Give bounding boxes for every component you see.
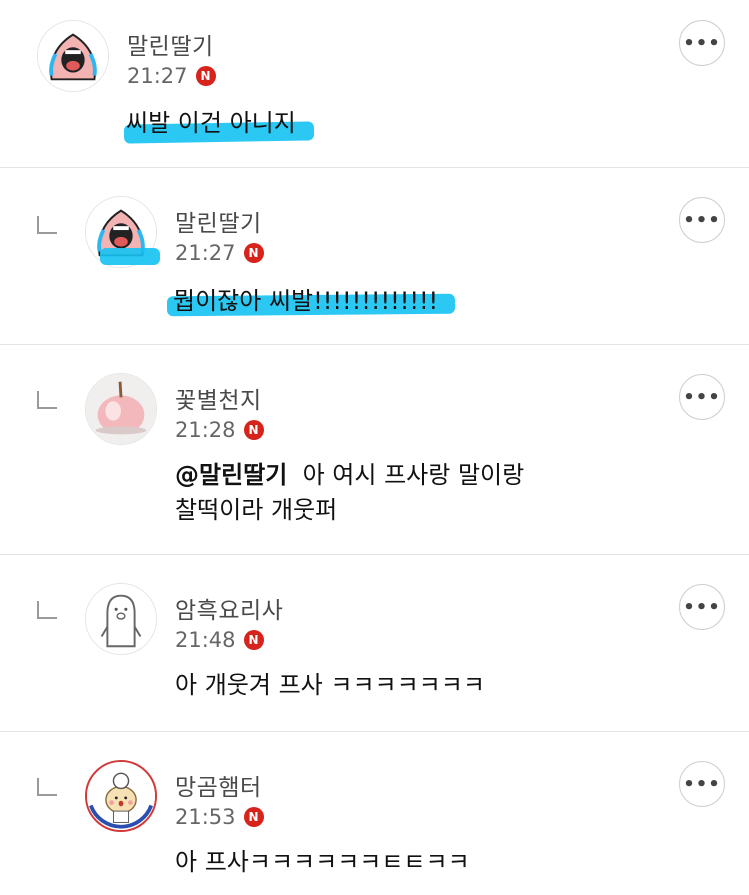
comment-item: 꽃별천지 21:28 N ••• @말린딸기 아 여시 프사랑 말이랑 찰떡이라… xyxy=(0,345,749,555)
timestamp-row: 21:27 N xyxy=(175,241,264,265)
reply-indicator-icon xyxy=(37,216,57,234)
author-name[interactable]: 말린딸기 xyxy=(127,27,214,61)
comment-item: 망곰햄터 21:53 N ••• 아 프사ㅋㅋㅋㅋㅋㅋㅌㅌㅋㅋ xyxy=(0,732,749,895)
new-badge: N xyxy=(195,66,216,86)
comment-item: 말린딸기 21:27 N ••• 뭡이잖아 씨발!!!!!!!!!!!!! xyxy=(0,168,749,345)
new-badge: N xyxy=(243,807,264,827)
reply-indicator-icon xyxy=(37,778,57,796)
more-options-button[interactable]: ••• xyxy=(679,584,725,630)
comment-text: 씨발 이건 아니지 xyxy=(126,109,296,137)
author-name[interactable]: 꽃별천지 xyxy=(175,381,262,415)
timestamp-row: 21:28 N xyxy=(175,418,264,442)
new-badge: N xyxy=(243,630,264,650)
author-name[interactable]: 암흑요리사 xyxy=(175,591,283,625)
timestamp-row: 21:48 N xyxy=(175,628,264,652)
comment-text: 아 프사ㅋㅋㅋㅋㅋㅋㅌㅌㅋㅋ xyxy=(175,848,470,876)
timestamp: 21:28 xyxy=(175,418,236,442)
new-badge: N xyxy=(243,420,264,440)
ghost-character-icon xyxy=(86,584,156,654)
comment-line-1: @말린딸기 아 여시 프사랑 말이랑 xyxy=(175,458,524,493)
timestamp: 21:53 xyxy=(175,805,236,829)
more-options-button[interactable]: ••• xyxy=(679,197,725,243)
timestamp: 21:27 xyxy=(175,241,236,265)
comment-text: 뭡이잖아 씨발!!!!!!!!!!!!! xyxy=(173,287,439,315)
avatar[interactable] xyxy=(37,20,109,92)
highlight-mark xyxy=(100,248,160,265)
author-name[interactable]: 망곰햄터 xyxy=(175,768,262,802)
mention-link[interactable]: @말린딸기 xyxy=(175,461,287,489)
comment-line-1-text: 아 여시 프사랑 말이랑 xyxy=(302,461,525,489)
author-name[interactable]: 말린딸기 xyxy=(175,204,262,238)
more-options-button[interactable]: ••• xyxy=(679,761,725,807)
avatar[interactable] xyxy=(85,760,157,832)
crying-face-icon xyxy=(38,21,108,91)
comment-item: 암흑요리사 21:48 N ••• 아 개웃겨 프사 ㅋㅋㅋㅋㅋㅋㅋ xyxy=(0,555,749,732)
timestamp: 21:48 xyxy=(175,628,236,652)
more-options-button[interactable]: ••• xyxy=(679,374,725,420)
more-options-button[interactable]: ••• xyxy=(679,20,725,66)
comment-text: @말린딸기 아 여시 프사랑 말이랑 찰떡이라 개웃퍼 xyxy=(175,458,524,528)
avatar[interactable] xyxy=(85,583,157,655)
new-badge: N xyxy=(243,243,264,263)
reply-indicator-icon xyxy=(37,391,57,409)
pink-apple-icon xyxy=(86,374,156,444)
timestamp-row: 21:53 N xyxy=(175,805,264,829)
comment-body: 뭡이잖아 씨발!!!!!!!!!!!!! xyxy=(166,284,456,319)
avatar[interactable] xyxy=(85,373,157,445)
timestamp: 21:27 xyxy=(127,64,188,88)
comment-text: 아 개웃겨 프사 ㅋㅋㅋㅋㅋㅋㅋ xyxy=(175,671,485,699)
hamster-chef-icon xyxy=(87,762,155,830)
comment-body: 씨발 이건 아니지 xyxy=(123,106,315,144)
timestamp-row: 21:27 N xyxy=(127,64,216,88)
comment-item: 말린딸기 21:27 N ••• 씨발 이건 아니지 xyxy=(0,0,749,168)
reply-indicator-icon xyxy=(37,601,57,619)
comment-line-2: 찰떡이라 개웃퍼 xyxy=(175,496,338,524)
